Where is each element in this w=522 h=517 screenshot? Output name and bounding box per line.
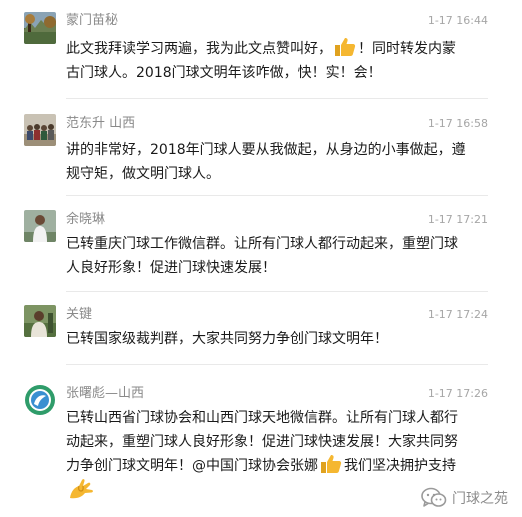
- comment-text-line: 我们坚决拥护支持: [344, 458, 456, 474]
- comment-text-line: 古门球人。2018门球文明年该咋做，快！实！会！: [66, 65, 382, 81]
- commenter-name[interactable]: 张曙彪—山西: [66, 386, 144, 402]
- thumbs-up-icon: [321, 455, 342, 473]
- commenter-name[interactable]: 余晓琳: [66, 212, 105, 228]
- thumbs-up-icon: [335, 38, 356, 56]
- comment-text-line: 讲的非常好，2018年门球人要从我做起，从身边的小事做起，遵: [66, 142, 466, 158]
- comment-text-line: 规守矩，做文明门球人。: [66, 166, 220, 182]
- comment-text-line: 人良好形象！促进门球快速发展！: [66, 260, 276, 276]
- comment-text: 讲的非常好，2018年门球人要从我做起，从身边的小事做起，遵 规守矩，做文明门球…: [66, 138, 490, 186]
- comment-time: 1-17 17:26: [427, 387, 488, 400]
- landscape-avatar-icon[interactable]: [24, 12, 56, 44]
- ok-hand-icon: [70, 479, 93, 499]
- comment-time: 1-17 17:21: [427, 213, 488, 226]
- comment-text-line: 已转山西省门球协会和山西门球天地微信群。让所有门球人都行: [66, 410, 458, 426]
- divider: [66, 195, 488, 196]
- comment-text-line: 此文我拜读学习两遍，我为此文点赞叫好，: [66, 41, 332, 57]
- commenter-name[interactable]: 关键: [66, 307, 92, 323]
- comment-text-line: 力争创门球文明年！@中国门球协会张娜: [66, 458, 318, 474]
- logo-avatar-icon[interactable]: [24, 384, 56, 416]
- comment-text-line: 动起来，重塑门球人良好形象！促进门球快速发展！大家共同努: [66, 434, 458, 450]
- watermark-text: 门球之苑: [452, 491, 508, 507]
- wechat-icon: [421, 487, 447, 507]
- comment-time: 1-17 17:24: [427, 308, 488, 321]
- commenter-name[interactable]: 蒙门苗秘: [66, 13, 118, 29]
- divider: [66, 291, 488, 292]
- commenter-name[interactable]: 范东升 山西: [66, 116, 135, 132]
- comment-text: 已转国家级裁判群，大家共同努力争创门球文明年！: [66, 327, 490, 351]
- group-photo-avatar-icon[interactable]: [24, 114, 56, 146]
- person-outdoor-avatar-icon[interactable]: [24, 305, 56, 337]
- comment-time: 1-17 16:44: [427, 14, 488, 27]
- comment-time: 1-17 16:58: [427, 117, 488, 130]
- comment-text-line: 已转国家级裁判群，大家共同努力争创门球文明年！: [66, 331, 388, 347]
- watermark: 门球之苑: [421, 487, 508, 509]
- comment-text-line: 已转重庆门球工作微信群。让所有门球人都行动起来，重塑门球: [66, 236, 458, 252]
- comment-text: 此文我拜读学习两遍，我为此文点赞叫好， ！同时转发内蒙 古门球人。2018门球文明…: [66, 37, 490, 85]
- divider: [66, 98, 488, 99]
- divider: [66, 364, 488, 365]
- comment-text-line: ！同时转发内蒙: [358, 41, 456, 57]
- comment-text: 已转重庆门球工作微信群。让所有门球人都行动起来，重塑门球 人良好形象！促进门球快…: [66, 232, 490, 280]
- person-avatar-icon[interactable]: [24, 210, 56, 242]
